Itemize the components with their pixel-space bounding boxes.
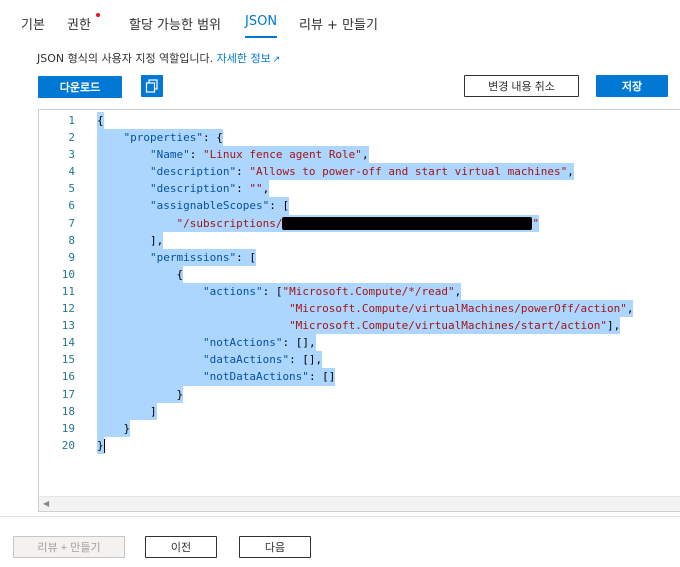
download-button[interactable]: 다운로드 xyxy=(38,76,122,98)
line-number: 18 xyxy=(61,404,75,418)
code-line: } xyxy=(97,436,633,454)
code-line: "notDataActions": [] xyxy=(97,368,633,386)
text-caret xyxy=(103,438,105,453)
line-number: 17 xyxy=(61,387,75,401)
code-line: ] xyxy=(97,402,633,420)
code-line: "Name": "Linux fence agent Role", xyxy=(97,146,633,164)
line-number: 4 xyxy=(68,165,75,179)
code-line: "permissions": [ xyxy=(97,248,633,266)
scroll-left-icon[interactable]: ◀ xyxy=(43,499,49,508)
code-line: "/subscriptions/" xyxy=(97,214,633,232)
code-line: } xyxy=(97,385,633,403)
copy-button[interactable] xyxy=(141,75,163,97)
line-number: 2 xyxy=(68,131,75,145)
code-line: "Microsoft.Compute/virtualMachines/power… xyxy=(97,300,634,318)
description-text: JSON 형식의 사용자 지정 역할입니다. xyxy=(37,52,214,65)
code-line: "dataActions": [], xyxy=(97,351,633,369)
tab-permissions[interactable]: 권한 xyxy=(67,14,91,33)
line-number: 14 xyxy=(61,336,75,350)
code-line: "description": "Allows to power-off and … xyxy=(97,163,633,181)
line-number: 5 xyxy=(68,182,75,196)
redacted-subscription-id xyxy=(282,217,533,231)
json-description: JSON 형식의 사용자 지정 역할입니다. 자세한 정보 ↗ xyxy=(37,50,280,66)
line-number: 11 xyxy=(61,284,75,298)
code-line: { xyxy=(97,112,633,130)
line-number: 12 xyxy=(61,302,75,316)
line-number: 13 xyxy=(61,319,75,333)
review-create-button[interactable]: 리뷰 + 만들기 xyxy=(13,536,125,558)
line-number: 6 xyxy=(68,199,75,213)
code-line: "actions": ["Microsoft.Compute/*/read", xyxy=(97,282,633,301)
code-line: ], xyxy=(97,231,633,249)
line-number: 7 xyxy=(68,216,75,230)
code-line: "description": "", xyxy=(97,180,633,198)
save-button[interactable]: 저장 xyxy=(596,75,668,97)
code-line: "notActions": [], xyxy=(97,334,633,352)
next-button[interactable]: 다음 xyxy=(239,536,311,558)
code-line: "Microsoft.Compute/virtualMachines/start… xyxy=(97,317,633,335)
tab-bar: 기본 권한 할당 가능한 범위 JSON 리뷰 + 만들기 xyxy=(0,0,680,40)
line-number: 9 xyxy=(68,250,75,264)
discard-changes-button[interactable]: 변경 내용 취소 xyxy=(464,75,579,97)
learn-more-link[interactable]: 자세한 정보 ↗ xyxy=(217,52,281,65)
tab-json[interactable]: JSON xyxy=(245,14,277,29)
code-area[interactable]: { "properties": { "Name": "Linux fence a… xyxy=(97,112,634,454)
line-number: 16 xyxy=(61,370,75,384)
line-number: 8 xyxy=(68,233,75,247)
horizontal-scrollbar[interactable]: ◀ xyxy=(39,496,680,511)
line-number: 19 xyxy=(61,421,75,435)
footer-divider xyxy=(0,516,680,517)
code-line: "properties": { xyxy=(97,129,633,147)
tab-assignable-scopes[interactable]: 할당 가능한 범위 xyxy=(129,14,221,33)
tab-basics[interactable]: 기본 xyxy=(21,14,45,33)
line-number: 1 xyxy=(68,114,75,127)
line-number-gutter: 1 2 3 4 5 6 7 8 9 10 11 12 13 14 15 16 1… xyxy=(39,112,75,454)
json-editor[interactable]: 1 2 3 4 5 6 7 8 9 10 11 12 13 14 15 16 1… xyxy=(38,109,680,512)
active-tab-indicator xyxy=(245,36,277,38)
line-number: 10 xyxy=(61,267,75,281)
line-number: 20 xyxy=(61,438,75,452)
line-number: 15 xyxy=(61,353,75,367)
code-line: } xyxy=(97,419,633,437)
required-dot xyxy=(96,13,100,17)
code-line: { xyxy=(97,265,633,283)
external-link-icon: ↗ xyxy=(272,55,281,65)
previous-button[interactable]: 이전 xyxy=(145,536,217,558)
code-line: "assignableScopes": [ xyxy=(97,197,633,215)
line-number: 3 xyxy=(68,148,75,162)
copy-icon xyxy=(145,79,158,93)
tab-review-create[interactable]: 리뷰 + 만들기 xyxy=(299,14,378,33)
